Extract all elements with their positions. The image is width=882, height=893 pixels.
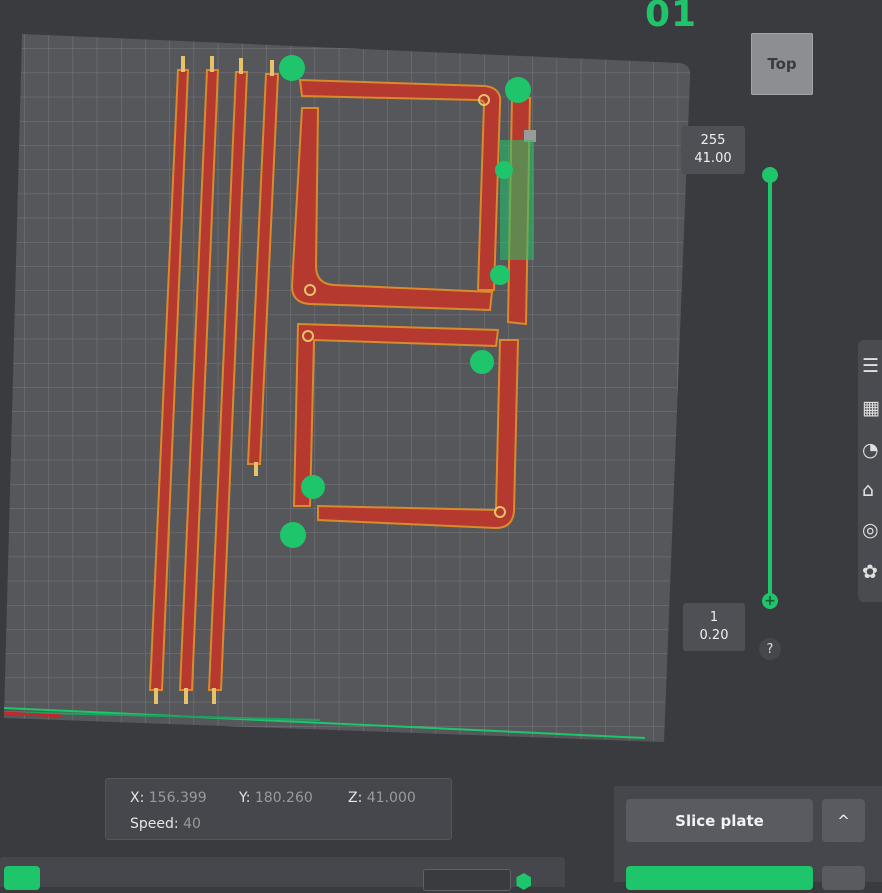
play-button[interactable]: [4, 866, 40, 890]
layer-slider-top-handle[interactable]: [762, 167, 778, 183]
speed-readout: Speed: 40: [130, 816, 201, 832]
right-toolbar: ☰ ▦ ◔ ⌂ ◎ ✿: [858, 340, 882, 602]
playback-speed-select[interactable]: [423, 869, 511, 891]
grid-icon[interactable]: ✿: [862, 560, 882, 584]
coordinates-panel: X: 156.399 Y: 180.260 Z: 41.000 Speed: 4…: [105, 778, 452, 840]
bottom-layer-number: 1: [709, 610, 719, 625]
top-layer-height: 41.00: [694, 151, 732, 166]
layers-icon[interactable]: ☰: [862, 354, 882, 378]
print-plate-button[interactable]: [626, 866, 813, 890]
view-cube[interactable]: Top: [751, 33, 813, 95]
help-button[interactable]: ?: [759, 638, 781, 660]
x-coordinate: X: 156.399: [130, 790, 207, 806]
plate-icon[interactable]: ▦: [862, 396, 882, 420]
layer-bottom-label: 1 0.20: [683, 603, 745, 651]
z-coordinate: Z: 41.000: [348, 790, 416, 806]
slice-options-button[interactable]: ^: [822, 799, 865, 842]
support-icon[interactable]: ⌂: [862, 478, 882, 502]
print-options-button[interactable]: [822, 866, 865, 890]
hexagon-icon[interactable]: ⬢: [515, 871, 537, 891]
layer-top-label: 255 41.00: [681, 126, 745, 174]
bottom-layer-height: 0.20: [699, 628, 729, 643]
y-coordinate: Y: 180.260: [239, 790, 313, 806]
gauge-icon[interactable]: ◔: [862, 438, 882, 462]
slice-plate-button[interactable]: Slice plate: [626, 799, 813, 842]
plus-icon: +: [764, 593, 776, 609]
top-layer-number: 255: [700, 133, 726, 148]
disc-icon[interactable]: ◎: [862, 518, 882, 542]
layer-slider-track[interactable]: [768, 175, 772, 601]
layer-slider-bottom-handle[interactable]: +: [762, 593, 778, 609]
build-plate: [3, 34, 691, 742]
3d-viewport[interactable]: [0, 0, 882, 760]
